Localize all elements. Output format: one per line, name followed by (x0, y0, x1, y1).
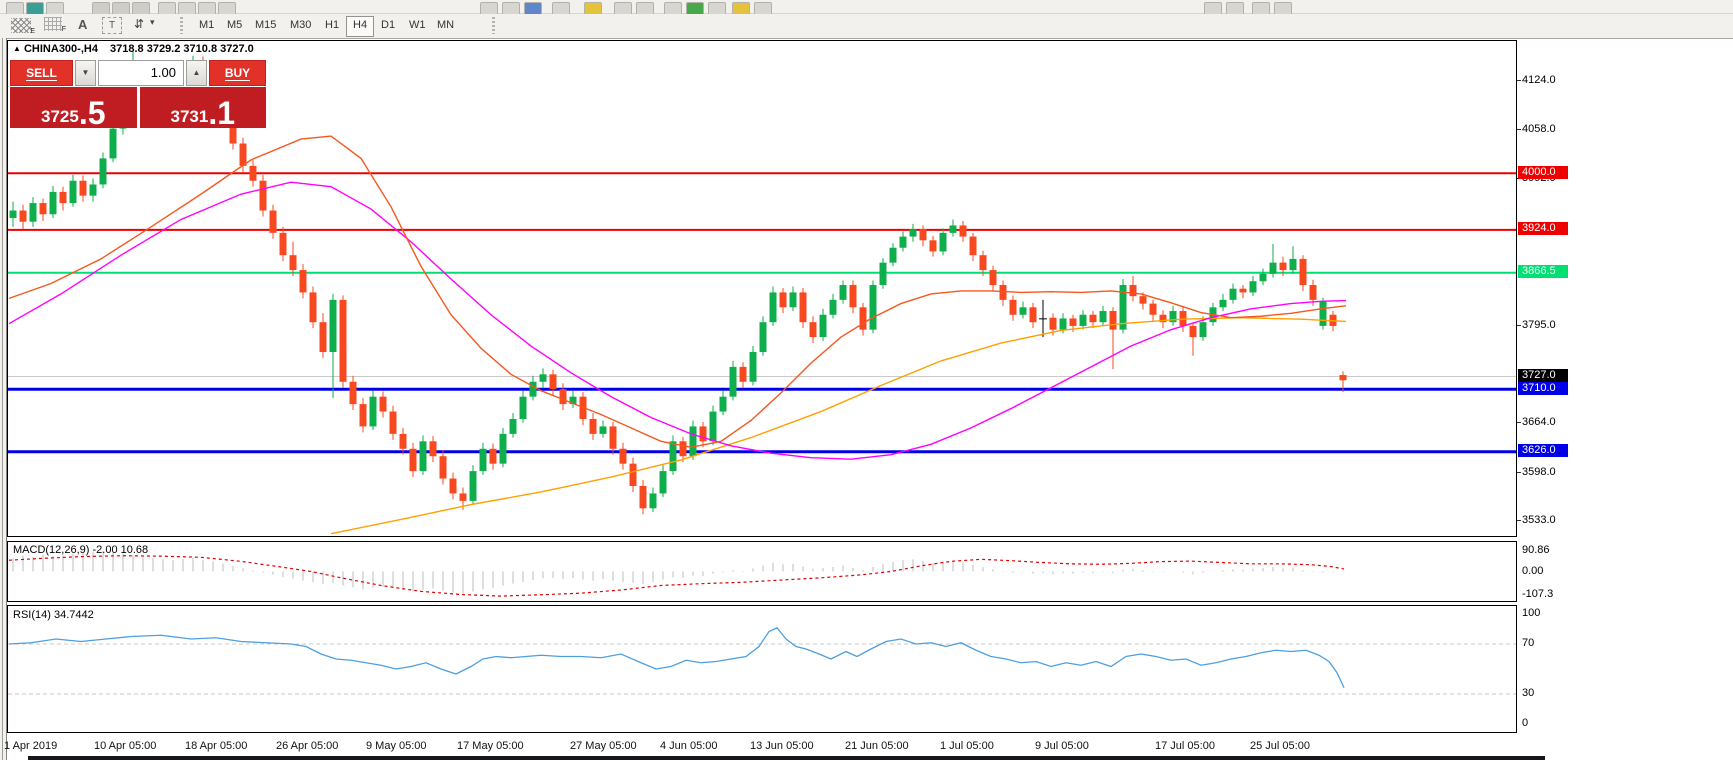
date-axis-label: 4 Jun 05:00 (660, 740, 718, 752)
tab-timeframe-MN[interactable]: MN (430, 16, 461, 35)
sell-button[interactable]: SELL (10, 60, 73, 86)
date-axis-label: 18 Apr 05:00 (185, 740, 247, 752)
price-level-badge: 3866.5 (1518, 265, 1568, 278)
rsi-axis-label: 100 (1522, 607, 1540, 619)
macd-axis-label: 90.86 (1522, 544, 1550, 556)
rsi-axis-label: 0 (1522, 717, 1528, 729)
macd-values: -2.00 10.68 (92, 544, 148, 556)
one-click-trading-widget: SELL ▼ 1.00 ▲ BUY 3725.5 3731.1 (10, 60, 266, 128)
buy-button[interactable]: BUY (209, 60, 266, 86)
macd-label: MACD(12,26,9) -2.00 10.68 (13, 544, 148, 556)
macd-axis-label: 0.00 (1522, 565, 1543, 577)
text-label-tool-icon[interactable]: A (78, 17, 87, 32)
date-axis-label: 1 Apr 2019 (4, 740, 57, 752)
rsi-indicator-pane[interactable] (7, 605, 1517, 733)
date-axis-label: 9 May 05:00 (366, 740, 427, 752)
tab-timeframe-M1[interactable]: M1 (192, 16, 221, 35)
symbol-period-label: CHINA300-,H4 (24, 43, 98, 55)
crosshair-tool-icon[interactable]: E (10, 17, 36, 36)
sell-price-fraction: .5 (79, 101, 106, 125)
toolbar-separator (180, 17, 183, 34)
date-axis-label: 17 Jul 05:00 (1155, 740, 1215, 752)
ohlc-quote: 3718.8 3729.2 3710.8 3727.0 (110, 43, 254, 55)
sell-price-panel[interactable]: 3725.5 (10, 87, 137, 128)
price-tick-label: 3795.0 (1522, 319, 1556, 331)
rsi-label: RSI(14) 34.7442 (13, 609, 94, 621)
date-axis-label: 13 Jun 05:00 (750, 740, 814, 752)
collapse-caret-icon[interactable]: ▲ (13, 44, 21, 53)
macd-indicator-pane[interactable] (7, 541, 1517, 602)
date-axis-label: 26 Apr 05:00 (276, 740, 338, 752)
dropdown-caret-icon[interactable]: ▾ (150, 17, 155, 28)
tab-timeframe-H1[interactable]: H1 (318, 16, 346, 35)
tab-timeframe-H4[interactable]: H4 (346, 16, 374, 37)
price-tick-label: 3598.0 (1522, 466, 1556, 478)
window-left-border (0, 38, 7, 760)
tab-timeframe-D1[interactable]: D1 (374, 16, 402, 35)
price-level-badge: 3626.0 (1518, 444, 1568, 457)
tab-timeframe-M15[interactable]: M15 (248, 16, 283, 35)
price-level-badge: 3924.0 (1518, 222, 1568, 235)
arrow-objects-tool-icon[interactable]: ⇵ (134, 17, 144, 31)
price-tick-label: 4124.0 (1522, 74, 1556, 86)
price-tick-mark (1517, 129, 1521, 130)
rsi-axis-label: 30 (1522, 687, 1534, 699)
date-axis-label: 27 May 05:00 (570, 740, 637, 752)
date-axis-label: 9 Jul 05:00 (1035, 740, 1089, 752)
buy-price-fraction: .1 (208, 101, 235, 125)
buy-price-panel[interactable]: 3731.1 (140, 87, 267, 128)
date-axis-label: 1 Jul 05:00 (940, 740, 994, 752)
price-level-badge: 3710.0 (1518, 382, 1568, 395)
tab-timeframe-M5[interactable]: M5 (220, 16, 249, 35)
text-box-tool-icon[interactable]: T (102, 17, 122, 34)
rsi-axis-label: 70 (1522, 637, 1534, 649)
price-level-badge: 3727.0 (1518, 369, 1568, 382)
chart-toolbar: E F A T ⇵ ▾ M1M5M15M30H1H4D1W1MN (0, 14, 1733, 39)
toolbar-separator (492, 17, 495, 34)
price-tick-mark (1517, 422, 1521, 423)
rsi-chart (8, 606, 1516, 732)
grid-tool-icon[interactable]: F (44, 17, 62, 36)
date-axis-label: 21 Jun 05:00 (845, 740, 909, 752)
price-tick-mark (1517, 80, 1521, 81)
tab-timeframe-M30[interactable]: M30 (283, 16, 318, 35)
rsi-value: 34.7442 (54, 609, 94, 621)
price-tick-mark (1517, 325, 1521, 326)
chart-title: ▲ CHINA300-,H4 3718.8 3729.2 3710.8 3727… (13, 43, 254, 55)
tab-timeframe-W1[interactable]: W1 (402, 16, 433, 35)
macd-chart (8, 542, 1516, 601)
price-tick-label: 3664.0 (1522, 416, 1556, 428)
sell-price-main: 3725 (41, 108, 79, 125)
price-level-badge: 4000.0 (1518, 166, 1568, 179)
volume-increase-button[interactable]: ▲ (186, 60, 207, 86)
volume-decrease-button[interactable]: ▼ (75, 60, 96, 86)
date-axis-label: 25 Jul 05:00 (1250, 740, 1310, 752)
bottom-window-edge (28, 756, 1545, 760)
buy-price-main: 3731 (170, 108, 208, 125)
top-toolbar (0, 0, 1733, 14)
macd-axis-label: -107.3 (1522, 588, 1553, 600)
volume-input[interactable]: 1.00 (98, 60, 184, 86)
price-tick-mark (1517, 520, 1521, 521)
price-tick-label: 4058.0 (1522, 123, 1556, 135)
price-tick-mark (1517, 472, 1521, 473)
date-axis-label: 17 May 05:00 (457, 740, 524, 752)
price-tick-label: 3533.0 (1522, 514, 1556, 526)
date-axis-label: 10 Apr 05:00 (94, 740, 156, 752)
